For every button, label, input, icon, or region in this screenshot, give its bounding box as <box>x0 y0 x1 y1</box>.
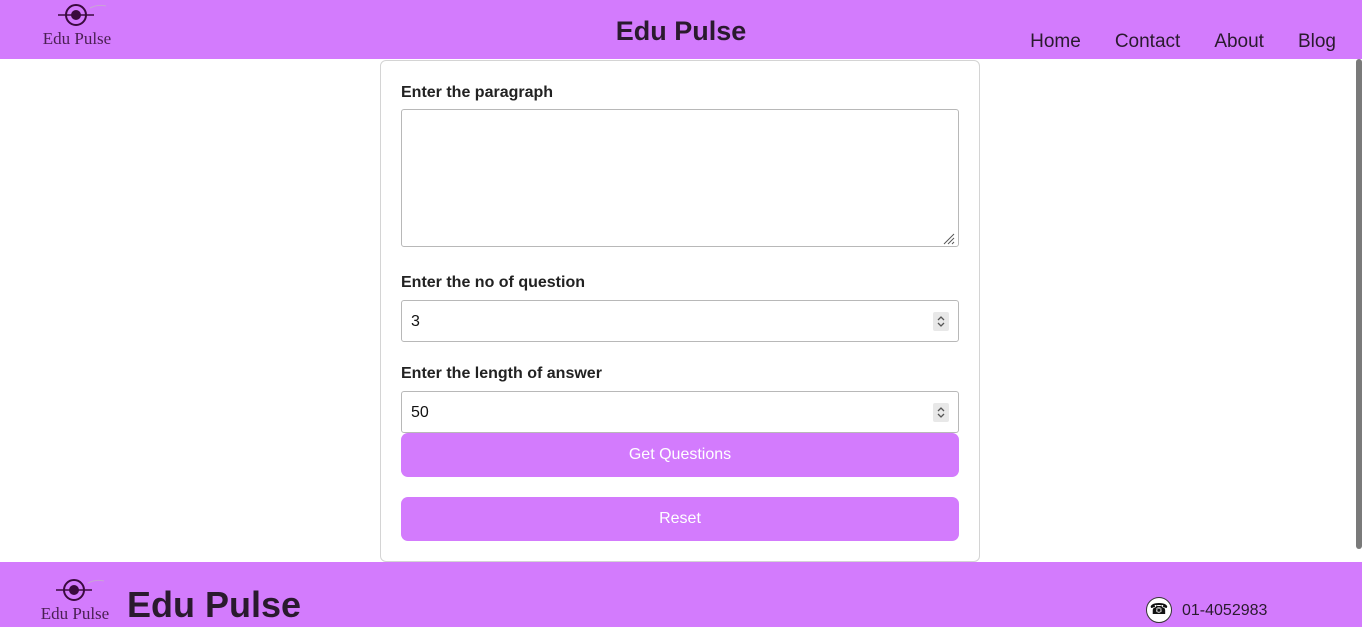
site-header: Edu Pulse Edu Pulse Home Contact About B… <box>0 0 1362 59</box>
site-footer: Edu Pulse Edu Pulse ☎ 01-4052983 <box>0 562 1362 627</box>
main-nav: Home Contact About Blog <box>1030 31 1336 53</box>
footer-logo[interactable]: Edu Pulse <box>40 577 110 625</box>
phone-number[interactable]: 01-4052983 <box>1182 602 1267 620</box>
answer-length-value: 50 <box>411 404 429 421</box>
nav-about[interactable]: About <box>1214 31 1264 53</box>
spinner-icon[interactable] <box>933 403 949 422</box>
paragraph-input[interactable] <box>401 109 959 247</box>
page-scrollbar[interactable] <box>1356 59 1362 549</box>
answer-length-label: Enter the length of answer <box>401 365 602 382</box>
nav-blog[interactable]: Blog <box>1298 31 1336 53</box>
answer-length-input[interactable]: 50 <box>401 391 959 433</box>
questions-count-value: 3 <box>411 313 420 330</box>
resize-grip-icon[interactable] <box>941 231 955 245</box>
get-questions-button[interactable]: Get Questions <box>401 433 959 477</box>
nav-home[interactable]: Home <box>1030 31 1081 53</box>
questions-count-input[interactable]: 3 <box>401 300 959 342</box>
footer-title: Edu Pulse <box>127 584 302 625</box>
paragraph-label: Enter the paragraph <box>401 84 554 101</box>
telephone-icon: ☎ <box>1146 597 1172 623</box>
questions-count-label: Enter the no of question <box>401 274 585 291</box>
spinner-icon[interactable] <box>933 312 949 331</box>
reset-button[interactable]: Reset <box>401 497 959 541</box>
question-generator-form: Enter the paragraph Enter the no of ques… <box>380 60 980 562</box>
nav-contact[interactable]: Contact <box>1115 31 1180 53</box>
footer-logo-text: Edu Pulse <box>41 604 109 623</box>
